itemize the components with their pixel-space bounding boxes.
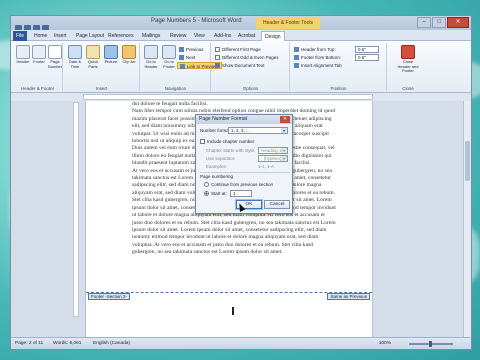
alignment-tab-icon [294, 63, 299, 68]
title-bar: Page Numbers 5 - Microsoft Word Header &… [11, 16, 471, 32]
separator-label: Use separator: [206, 156, 236, 161]
tab-page-layout[interactable]: Page Layout [73, 31, 107, 41]
continue-radio[interactable]: Continue from previous section [204, 182, 273, 187]
page-number-button[interactable]: Page Number [46, 45, 64, 75]
tab-add-ins[interactable]: Add-Ins [211, 31, 234, 41]
group-options: Different First Page Different Odd & Eve… [212, 43, 290, 91]
dropdown-arrow-icon: ▾ [281, 128, 287, 133]
tab-references[interactable]: References [105, 31, 137, 41]
window-title: Page Numbers 5 - Microsoft Word [151, 18, 242, 24]
start-at-radio[interactable]: Start at: [204, 191, 227, 196]
footer-bottom-icon [294, 55, 299, 60]
horizontal-ruler[interactable] [83, 94, 373, 100]
go-to-footer-button[interactable]: Go to Footer [160, 45, 178, 75]
page-count[interactable]: Page: 2 of 11 [15, 341, 43, 346]
picture-icon [104, 45, 118, 59]
minimize-button[interactable]: – [417, 17, 431, 28]
dropdown-arrow-icon: ▾ [281, 156, 287, 161]
tab-file[interactable]: File [13, 31, 27, 41]
tab-review[interactable]: Review [167, 31, 189, 41]
calendar-icon [68, 45, 82, 59]
zoom-level[interactable]: 100% [379, 341, 391, 346]
scrollbar-thumb[interactable] [465, 141, 470, 181]
next-icon [179, 55, 184, 60]
footer-section-label: Footer -Section 2- [88, 293, 131, 300]
go-to-header-icon [144, 45, 158, 59]
close-window-button[interactable]: ✕ [447, 17, 469, 28]
zoom-slider-knob[interactable] [429, 341, 432, 347]
start-at-input[interactable]: 1 [230, 190, 252, 197]
examples-label: Examples: [206, 164, 228, 169]
chapter-style-label: Chapter starts with style: [206, 148, 256, 153]
link-icon [180, 64, 185, 69]
word-window: Page Numbers 5 - Microsoft Word Header &… [10, 15, 472, 350]
date-time-button[interactable]: Date & Time [66, 45, 84, 75]
header-icon [16, 45, 30, 59]
header-top-icon [294, 47, 299, 52]
zoom-slider[interactable] [397, 341, 467, 347]
ribbon-tabs: File Home Insert Page Layout References Maili… [11, 30, 471, 41]
show-document-text-checkbox[interactable]: Show Document Text [215, 62, 264, 69]
previous-icon [179, 47, 184, 52]
tab-view[interactable]: View [191, 31, 208, 41]
number-format-label: Number format: [200, 128, 232, 133]
group-close: Close Header and Footer Close [388, 43, 428, 91]
context-tab-label: Header & Footer Tools [256, 17, 320, 29]
screen: Page Numbers 5 - Microsoft Word Header &… [0, 0, 480, 360]
language-indicator[interactable]: English (Canada) [93, 341, 130, 346]
tab-design[interactable]: Design [261, 31, 285, 41]
number-format-select[interactable]: 1, 2, 3, ... ▾ [228, 127, 288, 134]
page-number-icon [48, 45, 62, 59]
footer-from-bottom-input[interactable]: 0.5" [355, 54, 379, 61]
group-insert: Date & Time Quick Parts Picture Clip Art… [64, 43, 140, 91]
dropdown-arrow-icon: ▾ [281, 148, 287, 153]
tab-insert[interactable]: Insert [51, 31, 70, 41]
vertical-scrollbar[interactable] [463, 101, 471, 338]
go-to-header-button[interactable]: Go to Header [142, 45, 160, 75]
word-count[interactable]: Words: 6,061 [53, 341, 81, 346]
group-header-footer: Header Footer Page Number Header & Foote… [13, 43, 63, 91]
chapter-style-select[interactable]: Heading 1 ▾ [258, 147, 288, 154]
page-number-format-dialog: Page Number Format ✕ Number format: 1, 2… [195, 114, 293, 214]
clip-art-button[interactable]: Clip Art [120, 45, 138, 75]
vertical-ruler[interactable] [73, 102, 79, 317]
examples-value: 1-1, 1-A [258, 164, 275, 169]
tab-home[interactable]: Home [31, 31, 50, 41]
tab-mailings[interactable]: Mailings [139, 31, 163, 41]
dialog-title: Page Number Format [196, 115, 292, 124]
picture-button[interactable]: Picture [102, 45, 120, 75]
go-to-footer-icon [162, 45, 176, 59]
page-numbering-label: Page numbering [200, 174, 234, 179]
window-controls: – □ ✕ [417, 17, 469, 28]
header-from-top-row: Header from Top: [294, 46, 336, 53]
maximize-button[interactable]: □ [432, 17, 446, 28]
tab-acrobat[interactable]: Acrobat [235, 31, 258, 41]
next-button[interactable]: Next [179, 54, 195, 61]
status-bar: Page: 2 of 11 Words: 6,061 English (Cana… [11, 337, 471, 349]
quick-parts-button[interactable]: Quick Parts [84, 45, 102, 75]
close-header-footer-button[interactable]: Close Header and Footer [396, 45, 420, 75]
clip-art-icon [122, 45, 136, 59]
insert-alignment-tab-button[interactable]: Insert Alignment Tab [294, 62, 342, 69]
previous-button[interactable]: Previous [179, 46, 204, 53]
footer-icon [32, 45, 46, 59]
footer-from-bottom-row: Footer from Bottom: [294, 54, 341, 61]
text-cursor [232, 307, 234, 315]
dialog-close-button[interactable]: ✕ [280, 116, 290, 123]
group-navigation: Go to Header Go to Footer Previous Next … [141, 43, 223, 91]
group-position: Header from Top: Footer from Bottom: Ins… [291, 43, 387, 91]
different-odd-even-checkbox[interactable]: Different Odd & Even Pages [215, 54, 278, 61]
cancel-button[interactable]: Cancel [264, 200, 290, 209]
same-as-previous-label: Same as Previous [327, 293, 370, 300]
separator-select[interactable]: - (hyphen) ▾ [258, 155, 288, 162]
quick-access-toolbar[interactable] [15, 19, 65, 32]
quick-parts-icon [86, 45, 100, 59]
different-first-page-checkbox[interactable]: Different First Page [215, 46, 261, 53]
include-chapter-checkbox[interactable]: Include chapter number [200, 139, 254, 144]
header-from-top-input[interactable]: 0.5" [355, 46, 379, 53]
close-header-footer-icon [401, 45, 415, 59]
ribbon: Header Footer Page Number Header & Foote… [11, 41, 471, 93]
